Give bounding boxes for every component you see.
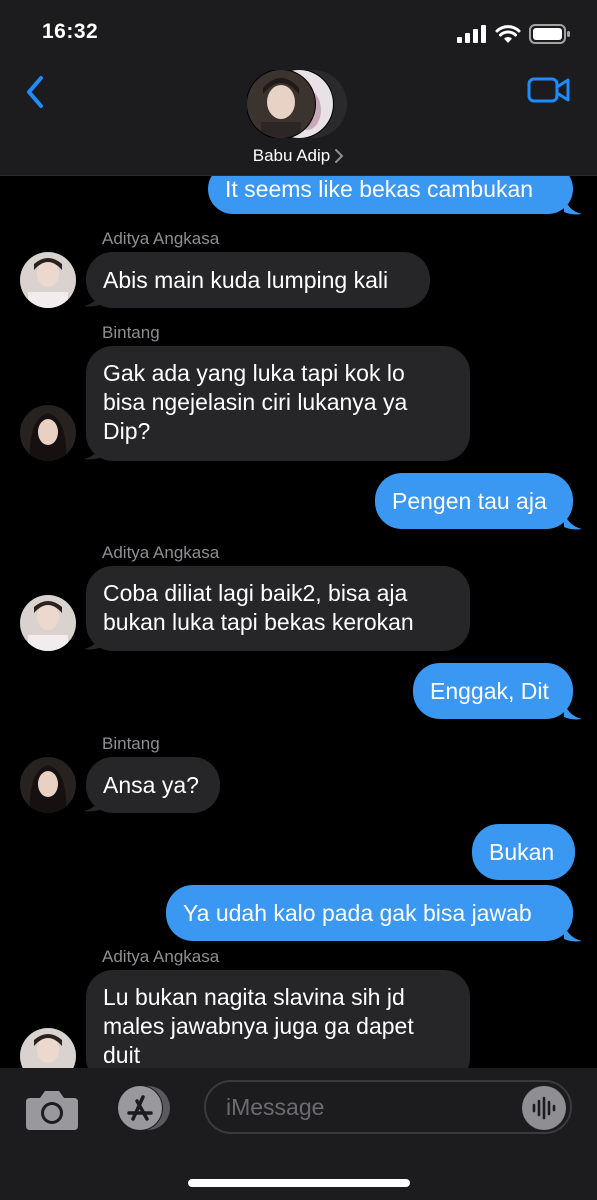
message-bubble-outgoing[interactable]: Bukan [472,824,575,880]
avatar-aditya-angkasa[interactable] [20,595,76,651]
message-bubble-incoming[interactable]: Lu bukan nagita slavina sih jd males jaw… [86,970,470,1068]
message-text: Gak ada yang luka tapi kok lo bisa ngeje… [103,360,408,444]
sender-name: Aditya Angkasa [102,543,220,562]
avatar-aditya-angkasa[interactable] [20,1028,76,1068]
message-text: Enggak, Dit [430,677,549,704]
avatar-bintang[interactable] [20,757,76,813]
group-avatar[interactable] [247,70,349,138]
sender-name: Bintang [102,323,160,342]
app-store-icon[interactable] [112,1084,172,1132]
message-bubble-outgoing[interactable]: Ya udah kalo pada gak bisa jawab [166,885,573,941]
message-bubble-incoming[interactable]: Ansa ya? [86,757,220,813]
message-bubble-outgoing[interactable]: Enggak, Dit [413,663,573,719]
facetime-video-icon[interactable] [527,74,571,106]
message-text: It seems like bekas cambukan [225,176,534,202]
battery-icon [529,24,570,44]
message-list[interactable]: It seems like bekas cambukan Aditya Angk… [0,176,597,1068]
message-text: Ya udah kalo pada gak bisa jawab [183,899,532,926]
message-text: Coba diliat lagi baik2, bisa aja bukan l… [103,580,414,635]
conversation-name: Babu Adip [252,146,331,165]
chevron-right-icon [335,149,344,163]
audio-message-button[interactable] [522,1086,566,1130]
sender-name: Aditya Angkasa [102,229,220,248]
message-text: Pengen tau aja [392,487,547,514]
bubble-tail [564,699,582,720]
message-text: Lu bukan nagita slavina sih jd males jaw… [103,984,414,1068]
message-bubble-incoming[interactable]: Coba diliat lagi baik2, bisa aja bukan l… [86,566,470,651]
cellular-signal-icon [457,25,486,43]
waveform-icon [532,1096,556,1120]
compose-bar [0,1068,597,1200]
home-indicator[interactable] [188,1179,410,1187]
avatar-aditya-angkasa[interactable] [20,252,76,308]
status-time: 16:32 [42,20,99,43]
sender-name: Bintang [102,734,160,753]
conversation-header: 16:32 Babu Adip [0,0,597,176]
avatar-bintang[interactable] [20,405,76,461]
conversation-name-button[interactable]: Babu Adip [0,146,597,166]
message-bubble-incoming[interactable]: Gak ada yang luka tapi kok lo bisa ngeje… [86,346,470,461]
sender-name: Aditya Angkasa [102,947,220,966]
message-bubble-incoming[interactable]: Abis main kuda lumping kali [86,252,430,308]
message-text: Ansa ya? [103,771,199,798]
bubble-tail [564,194,582,215]
message-input-field[interactable] [204,1080,572,1134]
wifi-icon [495,24,521,43]
back-chevron-icon[interactable] [22,72,52,112]
message-bubble-outgoing[interactable]: It seems like bekas cambukan [208,176,573,214]
message-input[interactable] [226,1094,506,1121]
bubble-tail [564,921,582,942]
camera-icon[interactable] [24,1086,80,1132]
bubble-tail [564,509,582,530]
message-bubble-outgoing[interactable]: Pengen tau aja [375,473,573,529]
status-icons [457,22,571,46]
message-text: Abis main kuda lumping kali [103,266,389,293]
message-text: Bukan [489,838,555,865]
